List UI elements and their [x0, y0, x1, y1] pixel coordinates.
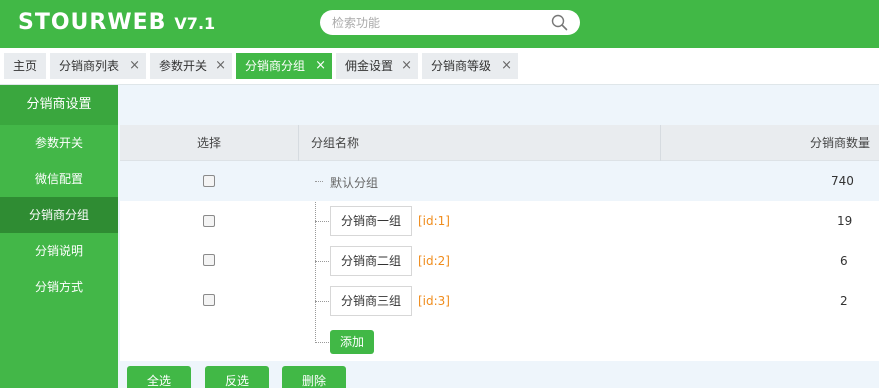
table-header: 选择 分组名称 分销商数量 — [120, 125, 879, 161]
sidebar-item-description[interactable]: 分销说明 — [0, 233, 118, 269]
tab-bar: 主页 分销商列表 × 参数开关 × 分销商分组 × 佣金设置 × 分销商等级 × — [0, 48, 879, 85]
tree-branch — [315, 181, 323, 182]
group-count: 740 — [831, 174, 854, 188]
group-name-field[interactable]: 分销商二组 — [330, 246, 412, 276]
footer-actions: 全选 反选 删除 — [118, 361, 879, 388]
tab-params[interactable]: 参数开关 × — [150, 53, 232, 79]
tab-label: 分销商等级 — [431, 59, 492, 73]
version-label: V7.1 — [174, 14, 216, 33]
tab-label: 分销商列表 — [59, 59, 120, 73]
row-checkbox[interactable] — [203, 175, 215, 187]
header-count: 分销商数量 — [810, 136, 871, 150]
tree-branch — [315, 261, 329, 262]
group-name-field[interactable]: 分销商三组 — [330, 286, 412, 316]
search-input[interactable] — [332, 14, 542, 31]
tab-home[interactable]: 主页 — [4, 53, 46, 79]
sidebar-item-groups[interactable]: 分销商分组 — [0, 197, 118, 233]
tree-branch — [315, 342, 329, 343]
sidebar-item-method[interactable]: 分销方式 — [0, 269, 118, 305]
tab-commission[interactable]: 佣金设置 × — [336, 53, 418, 79]
sidebar-title: 分销商设置 — [0, 85, 118, 125]
header-group-name: 分组名称 — [311, 136, 360, 150]
group-id: [id:2] — [418, 254, 450, 268]
tab-label: 主页 — [13, 59, 38, 73]
table-body: 默认分组 740 分销商一组 [id:1] 19 分销商二组 [id:2] 6 … — [120, 161, 879, 361]
invert-selection-button[interactable]: 反选 — [205, 366, 269, 388]
table-row-default: 默认分组 740 — [120, 161, 879, 201]
sidebar-item-wechat[interactable]: 微信配置 — [0, 161, 118, 197]
search-icon[interactable] — [551, 14, 568, 31]
group-count: 2 — [840, 294, 848, 308]
row-checkbox[interactable] — [203, 215, 215, 227]
header-select: 选择 — [197, 136, 222, 150]
tab-distributor-level[interactable]: 分销商等级 × — [422, 53, 518, 79]
close-icon[interactable]: × — [129, 53, 140, 79]
tab-label: 佣金设置 — [345, 59, 394, 73]
search-box — [320, 10, 580, 35]
column-divider — [660, 125, 661, 161]
tab-distributor-group[interactable]: 分销商分组 × — [236, 53, 332, 79]
delete-button[interactable]: 删除 — [282, 366, 346, 388]
close-icon[interactable]: × — [501, 53, 512, 79]
sidebar: 分销商设置 参数开关 微信配置 分销商分组 分销说明 分销方式 — [0, 85, 118, 388]
row-checkbox[interactable] — [203, 254, 215, 266]
top-header: STOURWEB V7.1 — [0, 0, 879, 48]
app-logo[interactable]: STOURWEB V7.1 — [18, 10, 215, 35]
tab-label: 参数开关 — [159, 59, 208, 73]
close-icon[interactable]: × — [401, 53, 412, 79]
logo-text: STOURWEB — [18, 10, 167, 35]
group-count: 19 — [837, 214, 853, 228]
row-checkbox[interactable] — [203, 294, 215, 306]
add-group-button[interactable]: 添加 — [330, 330, 374, 354]
close-icon[interactable]: × — [215, 53, 226, 79]
select-all-button[interactable]: 全选 — [127, 366, 191, 388]
group-count: 6 — [840, 254, 848, 268]
main-content: 选择 分组名称 分销商数量 默认分组 740 分销商一组 [id:1] 19 分… — [118, 85, 879, 388]
group-name-field[interactable]: 分销商一组 — [330, 206, 412, 236]
column-divider — [298, 125, 299, 161]
group-id: [id:1] — [418, 214, 450, 228]
tab-distributor-list[interactable]: 分销商列表 × — [50, 53, 146, 79]
tree-branch — [315, 221, 329, 222]
group-id: [id:3] — [418, 294, 450, 308]
tree-branch — [315, 301, 329, 302]
close-icon[interactable]: × — [315, 53, 326, 79]
tab-label: 分销商分组 — [245, 59, 306, 73]
sidebar-item-params[interactable]: 参数开关 — [0, 125, 118, 161]
default-group-name: 默认分组 — [330, 176, 379, 190]
